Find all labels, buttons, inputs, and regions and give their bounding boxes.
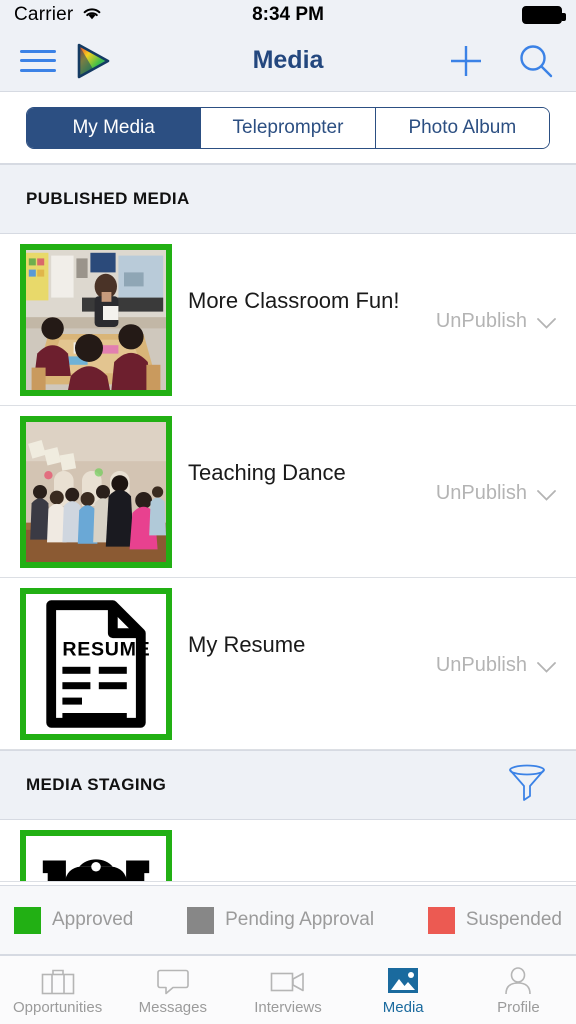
chevron-down-icon	[537, 660, 556, 673]
table-row[interactable]: RESUME My Resume UnPublish	[0, 578, 576, 750]
legend-label: Suspended	[465, 909, 562, 930]
tab-label: Interviews	[254, 999, 322, 1016]
table-row[interactable]	[0, 820, 576, 882]
navigation-bar-left	[20, 43, 112, 79]
status-bar: Carrier 8:34 PM	[0, 0, 576, 30]
tab-teleprompter[interactable]: Teleprompter	[201, 107, 376, 148]
tab-photo-album[interactable]: Photo Album	[375, 107, 549, 148]
status-badge	[427, 906, 455, 934]
resume-document-icon[interactable]: RESUME	[20, 588, 172, 740]
tab-media[interactable]: Media	[346, 956, 461, 1024]
status-badge	[187, 906, 215, 934]
navigation-bar-right	[446, 41, 556, 81]
person-icon	[498, 964, 538, 996]
status-badge	[14, 906, 41, 934]
chevron-down-icon	[537, 488, 556, 501]
resume-label: RESUME	[62, 639, 150, 661]
publish-state-dropdown[interactable]: UnPublish	[436, 482, 556, 505]
photo-placeholder-icon[interactable]	[20, 830, 172, 881]
tab-label: Media	[382, 999, 424, 1016]
classroom-photo-thumbnail[interactable]	[20, 244, 172, 396]
tab-opportunities[interactable]: Opportunities	[0, 956, 115, 1024]
publish-state-label: UnPublish	[435, 310, 527, 332]
image-icon	[383, 964, 423, 996]
published-media-list: More Classroom Fun! UnPublish Teaching D…	[0, 234, 576, 750]
section-title: MEDIA STAGING	[26, 775, 167, 794]
status-legend: Approved Pending Approval Suspended	[0, 885, 576, 955]
chevron-down-icon	[537, 316, 556, 329]
tab-profile[interactable]: Profile	[461, 956, 576, 1024]
table-row[interactable]: Teaching Dance UnPublish	[0, 406, 576, 578]
app-screen: Carrier 8:34 PM Media My Media Telepromp…	[0, 0, 576, 1024]
legend-label: Approved	[52, 909, 134, 930]
status-bar-left: Carrier	[14, 4, 103, 26]
carrier-label: Carrier	[14, 4, 74, 25]
search-icon[interactable]	[516, 41, 556, 81]
app-logo-play-triangle-icon[interactable]	[74, 43, 112, 79]
navigation-bar: Media	[0, 30, 576, 92]
segmented-control-container: My Media Teleprompter Photo Album	[0, 92, 576, 164]
tab-interviews[interactable]: Interviews	[230, 956, 345, 1024]
hamburger-menu-icon[interactable]	[20, 48, 58, 74]
plus-icon[interactable]	[446, 41, 486, 81]
status-bar-right	[522, 6, 566, 24]
battery-full-icon	[522, 6, 566, 24]
funnel-filter-icon[interactable]	[504, 760, 550, 811]
video-camera-icon	[268, 964, 308, 996]
tab-label: Messages	[138, 999, 207, 1016]
publish-state-dropdown[interactable]: UnPublish	[436, 310, 556, 333]
legend-label: Pending Approval	[225, 909, 375, 930]
briefcase-icon	[38, 964, 78, 996]
publish-state-dropdown[interactable]: UnPublish	[436, 654, 556, 677]
legend-item-pending-approval: Pending Approval	[187, 906, 375, 934]
wifi-icon	[81, 5, 103, 26]
dance-hall-photo-thumbnail[interactable]	[20, 416, 172, 568]
legend-item-approved: Approved	[14, 906, 134, 934]
bottom-tab-bar: Opportunities Messages Interviews Media …	[0, 955, 576, 1024]
tab-label: Opportunities	[12, 999, 103, 1016]
section-header-media-staging: MEDIA STAGING	[0, 750, 576, 820]
section-title: PUBLISHED MEDIA	[26, 189, 190, 208]
tab-messages[interactable]: Messages	[115, 956, 230, 1024]
segmented-control: My Media Teleprompter Photo Album	[26, 106, 550, 149]
legend-item-suspended: Suspended	[427, 906, 562, 934]
table-row[interactable]: More Classroom Fun! UnPublish	[0, 234, 576, 406]
publish-state-label: UnPublish	[435, 654, 527, 676]
publish-state-label: UnPublish	[435, 482, 527, 504]
tab-my-media[interactable]: My Media	[27, 107, 202, 148]
chat-bubble-icon	[153, 964, 193, 996]
tab-label: Profile	[497, 999, 540, 1016]
section-header-published-media: PUBLISHED MEDIA	[0, 164, 576, 234]
